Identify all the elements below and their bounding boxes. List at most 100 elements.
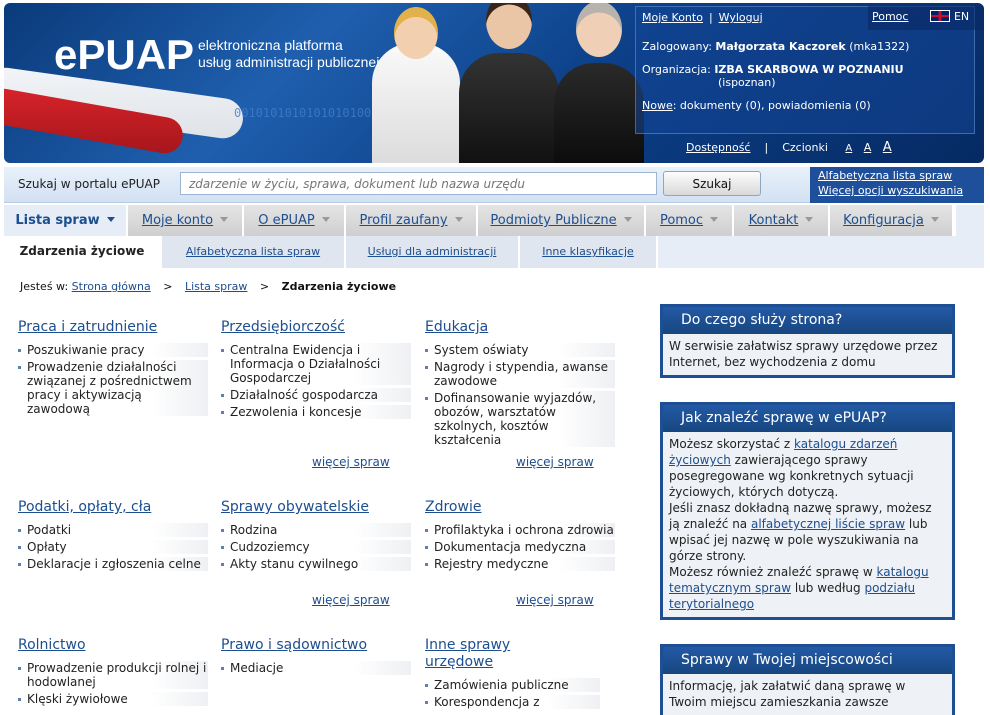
search-input[interactable]: [180, 172, 657, 195]
epuap-logo[interactable]: ePUAP: [54, 31, 194, 79]
list-item[interactable]: Profilaktyka i ochrona zdrowia: [425, 523, 615, 537]
help-link[interactable]: Pomoc: [872, 10, 908, 23]
list-item[interactable]: Nagrody i stypendia, awanse zawodowe: [425, 360, 615, 388]
list-item[interactable]: Poszukiwanie pracy: [18, 343, 208, 357]
more-link-edukacja[interactable]: więcej spraw: [516, 455, 594, 469]
list-item[interactable]: Dofinansowanie wyjazdów, obozów, warszta…: [425, 391, 615, 447]
tab-profil-zaufany[interactable]: Profil zaufany: [346, 205, 478, 236]
fonts-label: Czcionki: [782, 141, 828, 154]
person-man-photo: [459, 3, 559, 163]
category-title-podatki[interactable]: Podatki, opłaty, cła: [18, 499, 151, 515]
category-title-sprawy-obywatelskie[interactable]: Sprawy obywatelskie: [221, 499, 369, 515]
chevron-down-icon: [106, 217, 115, 222]
category-praca: Praca i zatrudnienie Poszukiwanie pracy …: [18, 319, 208, 419]
category-title-przedsiebiorczosc[interactable]: Przedsiębiorczość: [221, 319, 345, 335]
tab-lista-spraw[interactable]: Lista spraw: [4, 205, 128, 236]
more-link-przedsiebiorczosc[interactable]: więcej spraw: [312, 455, 390, 469]
subtab-alfabetyczna-lista[interactable]: Alfabetyczna lista spraw: [162, 236, 346, 268]
category-zdrowie: Zdrowie Profilaktyka i ochrona zdrowia D…: [425, 499, 615, 574]
alphabetical-list-link[interactable]: Alfabetyczna lista spraw: [818, 168, 976, 183]
list-item[interactable]: Zezwolenia i koncesje: [221, 405, 411, 419]
subtab-zdarzenia-zyciowe[interactable]: Zdarzenia życiowe: [4, 236, 162, 268]
font-medium-link[interactable]: A: [864, 141, 872, 154]
logout-link[interactable]: Wyloguj: [719, 11, 763, 24]
category-inne-sprawy: Inne sprawy urzędowe Zamówienia publiczn…: [425, 637, 600, 712]
category-title-edukacja[interactable]: Edukacja: [425, 319, 488, 335]
list-item[interactable]: Klęski żywiołowe: [18, 692, 208, 706]
org-id: (ispoznan): [718, 76, 776, 89]
search-button[interactable]: Szukaj: [663, 171, 761, 196]
tab-podmioty-publiczne[interactable]: Podmioty Publiczne: [478, 205, 646, 236]
list-item[interactable]: Opłaty: [18, 540, 208, 554]
list-item[interactable]: Rodzina: [221, 523, 411, 537]
binary-decoration: 0010101010101010100101: [234, 106, 393, 120]
list-item[interactable]: Prowadzenie działalności związanej z poś…: [18, 360, 208, 416]
search-side-links: Alfabetyczna lista spraw Więcej opcji wy…: [810, 167, 984, 203]
tab-o-epuap[interactable]: O ePUAP: [244, 205, 346, 236]
tagline-line1: elektroniczna platforma: [198, 37, 343, 53]
list-item[interactable]: Dokumentacja medyczna: [425, 540, 615, 554]
list-item[interactable]: Akty stanu cywilnego: [221, 557, 411, 571]
breadcrumb-list-link[interactable]: Lista spraw: [185, 280, 247, 293]
more-search-options-link[interactable]: Więcej opcji wyszukiwania: [818, 183, 976, 198]
organization-row: Organizacja: IZBA SKARBOWA W POZNANIU: [642, 63, 904, 76]
org-name: IZBA SKARBOWA W POZNANIU: [714, 63, 904, 76]
chevron-down-icon: [220, 217, 229, 222]
search-label: Szukaj w portalu ePUAP: [18, 177, 160, 191]
alphabetical-list-sidebar-link[interactable]: alfabetycznej liście spraw: [751, 517, 905, 531]
tab-pomoc[interactable]: Pomoc: [646, 205, 734, 236]
chevron-down-icon: [710, 217, 719, 222]
person-woman-photo: [372, 7, 460, 163]
new-link[interactable]: Nowe: [642, 99, 673, 112]
category-przedsiebiorczosc: Przedsiębiorczość Centralna Ewidencja i …: [221, 319, 411, 422]
accessibility-bar: Dostępność | Czcionki A A A: [686, 140, 892, 155]
more-link-sprawy-obywatelskie[interactable]: więcej spraw: [312, 593, 390, 607]
chevron-down-icon: [930, 217, 939, 222]
list-item[interactable]: Działalność gospodarcza: [221, 388, 411, 402]
list-item[interactable]: Mediacje: [221, 661, 411, 675]
help-language-area: Pomoc EN: [868, 6, 984, 30]
breadcrumb: Jesteś w: Strona główna > Lista spraw > …: [20, 280, 397, 293]
chevron-down-icon: [454, 217, 463, 222]
nav-filler: [956, 205, 984, 236]
subtab-uslugi-dla-administracji[interactable]: Usługi dla administracji: [346, 236, 520, 268]
tab-moje-konto[interactable]: Moje konto: [128, 205, 244, 236]
list-item[interactable]: Podatki: [18, 523, 208, 537]
list-item[interactable]: Prowadzenie produkcji rolnej i hodowlane…: [18, 661, 208, 689]
more-link-zdrowie[interactable]: więcej spraw: [516, 593, 594, 607]
list-item[interactable]: Cudzoziemcy: [221, 540, 411, 554]
list-item[interactable]: System oświaty: [425, 343, 615, 357]
category-title-inne-sprawy[interactable]: Inne sprawy urzędowe: [425, 637, 510, 670]
uk-flag-icon[interactable]: [929, 10, 950, 22]
sidebox-how-to-find-title: Jak znaleźć sprawę w ePUAP?: [663, 405, 952, 432]
category-rolnictwo: Rolnictwo Prowadzenie produkcji rolnej i…: [18, 637, 208, 709]
sidebox-how-to-find: Jak znaleźć sprawę w ePUAP? Możesz skorz…: [660, 402, 955, 620]
tab-konfiguracja[interactable]: Konfiguracja: [830, 205, 954, 236]
list-item[interactable]: Korespondencja z: [425, 695, 600, 709]
category-title-praca[interactable]: Praca i zatrudnienie: [18, 319, 157, 335]
tab-kontakt[interactable]: Kontakt: [734, 205, 830, 236]
lang-en-link[interactable]: EN: [954, 10, 969, 23]
font-large-link[interactable]: A: [883, 140, 892, 155]
list-item[interactable]: Deklaracje i zgłoszenia celne: [18, 557, 208, 571]
category-title-prawo[interactable]: Prawo i sądownictwo: [221, 637, 367, 653]
my-account-link[interactable]: Moje Konto: [642, 11, 703, 24]
accessibility-link[interactable]: Dostępność: [686, 141, 750, 154]
logo-tagline: elektroniczna platforma usług administra…: [198, 37, 379, 71]
sidebox-purpose: Do czego służy strona? W serwisie załatw…: [660, 304, 955, 378]
main-navigation: Lista spraw Moje konto O ePUAP Profil za…: [4, 205, 984, 236]
new-notifications-row: Nowe: dokumenty (0), powiadomienia (0): [642, 99, 871, 112]
category-title-zdrowie[interactable]: Zdrowie: [425, 499, 481, 515]
list-item[interactable]: Rejestry medyczne: [425, 557, 615, 571]
list-item[interactable]: Centralna Ewidencja i Informacja o Dział…: [221, 343, 411, 385]
sidebox-purpose-text: W serwisie załatwisz sprawy urzędowe prz…: [663, 334, 952, 375]
logged-user-id: (mka1322): [849, 40, 910, 53]
list-item[interactable]: Zamówienia publiczne: [425, 678, 600, 692]
font-small-link[interactable]: A: [845, 143, 852, 154]
subtab-inne-klasyfikacje[interactable]: Inne klasyfikacje: [520, 236, 658, 268]
breadcrumb-home-link[interactable]: Strona główna: [72, 280, 151, 293]
category-podatki: Podatki, opłaty, cła Podatki Opłaty Dekl…: [18, 499, 208, 574]
user-links: Moje Konto | Wyloguj: [642, 11, 763, 24]
category-sprawy-obywatelskie: Sprawy obywatelskie Rodzina Cudzoziemcy …: [221, 499, 411, 574]
category-title-rolnictwo[interactable]: Rolnictwo: [18, 637, 86, 653]
